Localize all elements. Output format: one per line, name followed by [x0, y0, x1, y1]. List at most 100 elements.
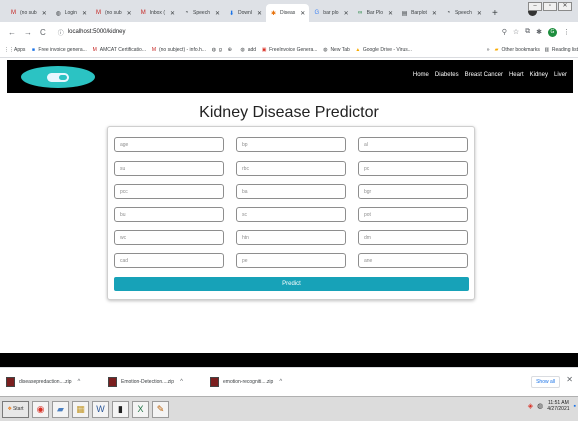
- word-icon[interactable]: W: [92, 400, 109, 418]
- download-item-2[interactable]: emotion-recogniti....zip ^: [210, 376, 310, 387]
- url-text[interactable]: localhost:5000/kidney: [68, 29, 126, 35]
- close-icon[interactable]: ✕: [127, 10, 132, 17]
- download-item-1[interactable]: Emotion-Detection....zip ^: [108, 376, 208, 387]
- field-pe[interactable]: [236, 253, 346, 268]
- other-bookmarks[interactable]: ▰ Other bookmarks: [494, 47, 540, 53]
- close-icon[interactable]: ✕: [170, 10, 175, 17]
- close-icon[interactable]: ✕: [432, 10, 437, 17]
- close-icon[interactable]: ✕: [388, 10, 393, 17]
- bookmarks-more[interactable]: »: [487, 47, 490, 53]
- start-button[interactable]: ❖ Start: [2, 400, 29, 418]
- paint-icon[interactable]: ✎: [152, 400, 169, 418]
- predict-button[interactable]: Predict: [114, 277, 469, 291]
- bookmark-9[interactable]: ▲ Google Drive - Virus...: [355, 47, 412, 53]
- forward-icon[interactable]: →: [24, 28, 32, 37]
- close-icon[interactable]: ✕: [257, 10, 262, 17]
- explorer-icon[interactable]: ▦: [72, 400, 89, 418]
- tab-3[interactable]: M Inbox (✕: [136, 4, 179, 22]
- field-bp[interactable]: [236, 137, 346, 152]
- folder-icon[interactable]: ▰: [52, 400, 69, 418]
- field-sc[interactable]: [236, 207, 346, 222]
- field-pot[interactable]: [358, 207, 468, 222]
- field-su[interactable]: [114, 161, 224, 176]
- field-dm[interactable]: [358, 230, 468, 245]
- tab-7[interactable]: Gbar plo ✕: [309, 4, 352, 22]
- close-icon[interactable]: ✕: [215, 10, 220, 17]
- profile-avatar-icon[interactable]: G: [548, 27, 557, 37]
- notification-icon[interactable]: ◈: [528, 402, 533, 410]
- close-icon[interactable]: ✕: [82, 10, 87, 17]
- field-ba[interactable]: [236, 184, 346, 199]
- os-taskbar: ❖ Start ◉ ▰ ▦ W ▮ X ✎ ◈ ◍ 11:51 AM 4/27/2…: [0, 396, 578, 421]
- close-icon[interactable]: ✕: [477, 10, 482, 17]
- field-ane[interactable]: [358, 253, 468, 268]
- extension-icon[interactable]: ⧉: [525, 28, 530, 36]
- bookmark-8[interactable]: ◍ New Tab: [322, 47, 350, 53]
- chrome-icon[interactable]: ◉: [32, 400, 49, 418]
- bookmark-apps[interactable]: ⋮⋮ Apps: [4, 47, 25, 53]
- bookmark-2[interactable]: M AMCAT Certificatio...: [92, 47, 146, 53]
- tab-0[interactable]: M (no sub ✕: [6, 4, 51, 22]
- bookmark-7[interactable]: ▣ FreeInvoice Genera...: [261, 47, 318, 53]
- show-desktop-icon[interactable]: ▪: [574, 403, 576, 410]
- bookmark-6[interactable]: ◍ add: [240, 47, 257, 53]
- nav-link-breast-cancer[interactable]: Breast Cancer: [465, 72, 503, 78]
- field-bgr[interactable]: [358, 184, 468, 199]
- reading-list[interactable]: ▥ Reading list: [544, 47, 578, 53]
- info-icon[interactable]: ⓘ: [58, 28, 64, 37]
- back-icon[interactable]: ←: [8, 28, 16, 37]
- field-al[interactable]: [358, 137, 468, 152]
- close-icon[interactable]: ✕: [42, 10, 47, 17]
- field-pc[interactable]: [358, 161, 468, 176]
- bookmark-5[interactable]: ⊕: [227, 47, 235, 53]
- tab-9[interactable]: ▤ Barplot ✕: [397, 4, 441, 22]
- browser-toolbar: ← → C ⓘ localhost:5000/kidney ⚲ ☆ ⧉ ✱ G …: [0, 22, 578, 42]
- terminal-icon[interactable]: ▮: [112, 400, 129, 418]
- network-icon[interactable]: ◍: [537, 402, 543, 410]
- close-icon[interactable]: ✕: [300, 10, 305, 17]
- maximize-icon[interactable]: ▫: [543, 2, 557, 11]
- field-rbc[interactable]: [236, 161, 346, 176]
- bookmark-3[interactable]: M (no subject) - info.h...: [151, 47, 206, 53]
- field-bu[interactable]: [114, 207, 224, 222]
- menu-icon[interactable]: ⋮: [563, 28, 570, 36]
- nav-link-home[interactable]: Home: [413, 72, 429, 78]
- address-bar[interactable]: ⓘ localhost:5000/kidney: [54, 25, 494, 39]
- field-pcc[interactable]: [114, 184, 224, 199]
- brand-logo[interactable]: [21, 66, 95, 88]
- chevron-up-icon[interactable]: ^: [78, 379, 81, 385]
- new-tab-button[interactable]: +: [492, 4, 498, 22]
- chevron-up-icon[interactable]: ^: [180, 379, 183, 385]
- minimize-icon[interactable]: –: [528, 2, 542, 11]
- tab-5[interactable]: ⬇ Downl ✕: [224, 4, 266, 22]
- chevron-up-icon[interactable]: ^: [279, 379, 282, 385]
- nav-link-liver[interactable]: Liver: [554, 72, 567, 78]
- nav-link-diabetes[interactable]: Diabetes: [435, 72, 459, 78]
- nav-link-heart[interactable]: Heart: [509, 72, 524, 78]
- tab-2[interactable]: M (no sub ✕: [91, 4, 136, 22]
- zoom-icon[interactable]: ⚲: [502, 28, 507, 36]
- bookmark-star-icon[interactable]: ☆: [513, 28, 519, 36]
- field-htn[interactable]: [236, 230, 346, 245]
- tab-1[interactable]: ◍ Login ✕: [51, 4, 91, 22]
- show-all-button[interactable]: Show all: [531, 376, 560, 388]
- close-window-icon[interactable]: ✕: [558, 2, 572, 11]
- field-cad[interactable]: [114, 253, 224, 268]
- bookmark-1[interactable]: ■ Free invoice genera...: [30, 47, 87, 53]
- tab-4[interactable]: ◔ Speech ✕: [179, 4, 224, 22]
- puzzle-icon[interactable]: ✱: [536, 28, 542, 36]
- bookmark-4[interactable]: ◍ g: [211, 47, 222, 53]
- excel-icon[interactable]: X: [132, 400, 149, 418]
- field-age[interactable]: [114, 137, 224, 152]
- download-item-0[interactable]: diseasepredaction....zip ^: [6, 376, 106, 387]
- tab-6-active[interactable]: ✱ Diseas ✕: [265, 4, 310, 22]
- tab-10[interactable]: ◔ Speech ✕: [441, 4, 486, 22]
- nav-link-kidney[interactable]: Kidney: [530, 72, 548, 78]
- gmail-icon: M: [151, 46, 157, 53]
- reload-icon[interactable]: C: [40, 28, 46, 37]
- clock[interactable]: 11:51 AM 4/27/2021: [547, 400, 569, 412]
- close-icon[interactable]: ✕: [344, 10, 349, 17]
- field-wc[interactable]: [114, 230, 224, 245]
- tab-8[interactable]: ∞ Bar Plo ✕: [353, 4, 397, 22]
- close-icon[interactable]: ✕: [566, 375, 573, 384]
